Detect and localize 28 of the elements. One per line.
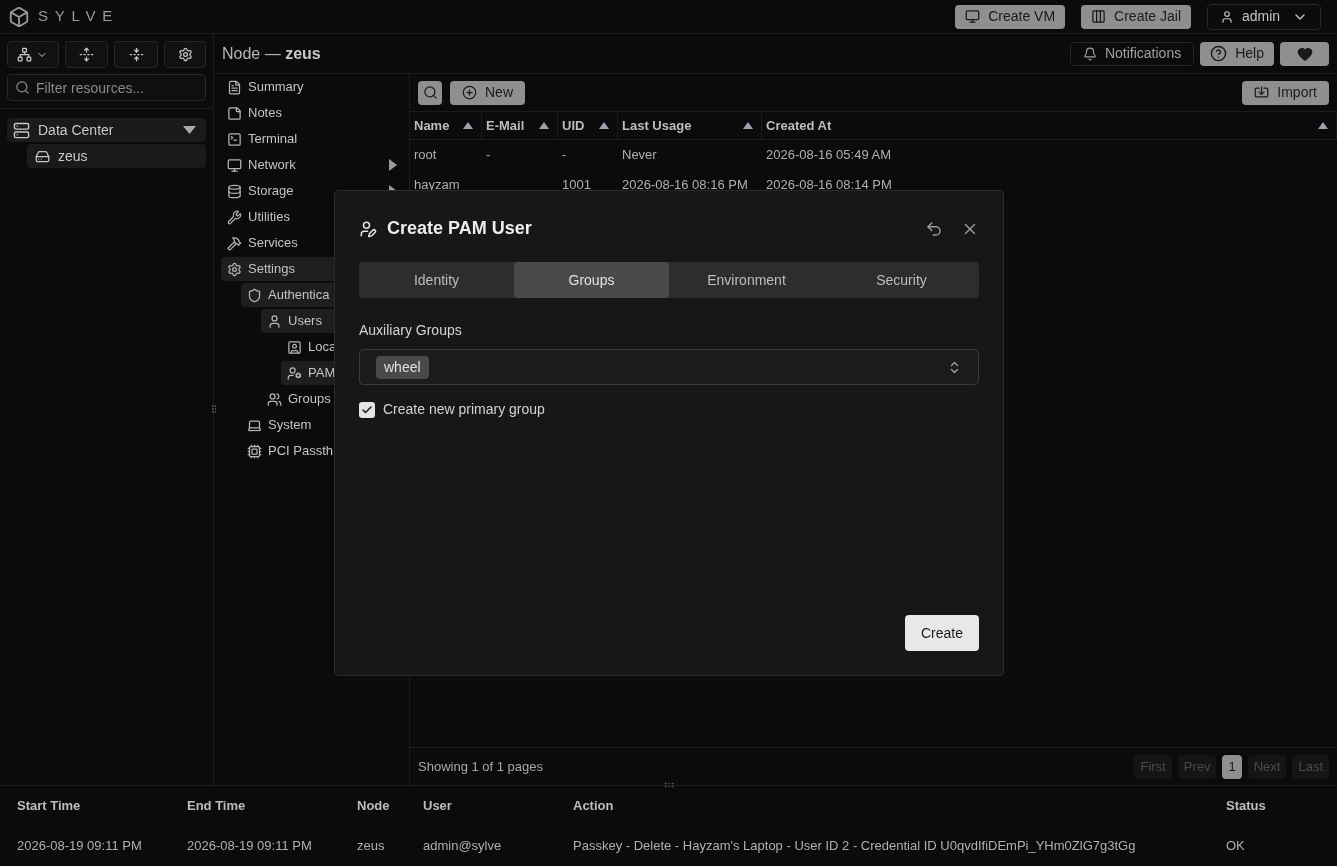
- app-logo: SYLVE: [38, 6, 119, 27]
- table-cell-text: Never: [622, 146, 657, 165]
- page-summary: Showing 1 of 1 pages: [418, 757, 544, 776]
- dialog-title: Create PAM User: [387, 217, 532, 240]
- table-cell: 2026-08-19 09:11 PM: [17, 838, 142, 854]
- table-cell: Passkey - Delete - Hayzam's Laptop - User ID 2 - Credential ID U0qvdIfiDEmPi_YHm0ZlG7g3tGg: [573, 838, 1136, 854]
- column-header: Start Time: [17, 798, 81, 814]
- checkbox-label: Create new primary group: [383, 400, 545, 419]
- field-label: Auxiliary Groups: [359, 321, 463, 340]
- group-tag: wheel: [376, 355, 429, 379]
- table-cell-text: hayzam: [414, 176, 460, 195]
- table-cell-text: -: [486, 146, 491, 165]
- table-cell-text: root: [414, 146, 437, 165]
- column-header: Node: [357, 798, 390, 814]
- column-header: User: [423, 798, 452, 814]
- column-header: Action: [573, 798, 614, 814]
- column-header: Status: [1226, 798, 1266, 814]
- table-cell-text: 2026-08-16 05:49 AM: [766, 146, 892, 165]
- table-cell: OK: [1226, 838, 1245, 854]
- table-cell: zeus: [357, 838, 385, 854]
- column-header: End Time: [187, 798, 246, 814]
- table-cell: 2026-08-19 09:11 PM: [187, 838, 312, 854]
- table-cell-text: -: [562, 146, 567, 165]
- table-cell: admin@sylve: [423, 838, 502, 854]
- table-cell-text: 1001: [562, 176, 591, 195]
- table-cell-text: 2026-08-16 08:16 PM: [622, 176, 748, 195]
- node-title: Node — zeus: [222, 43, 321, 64]
- table-cell-text: 2026-08-16 08:14 PM: [766, 176, 892, 195]
